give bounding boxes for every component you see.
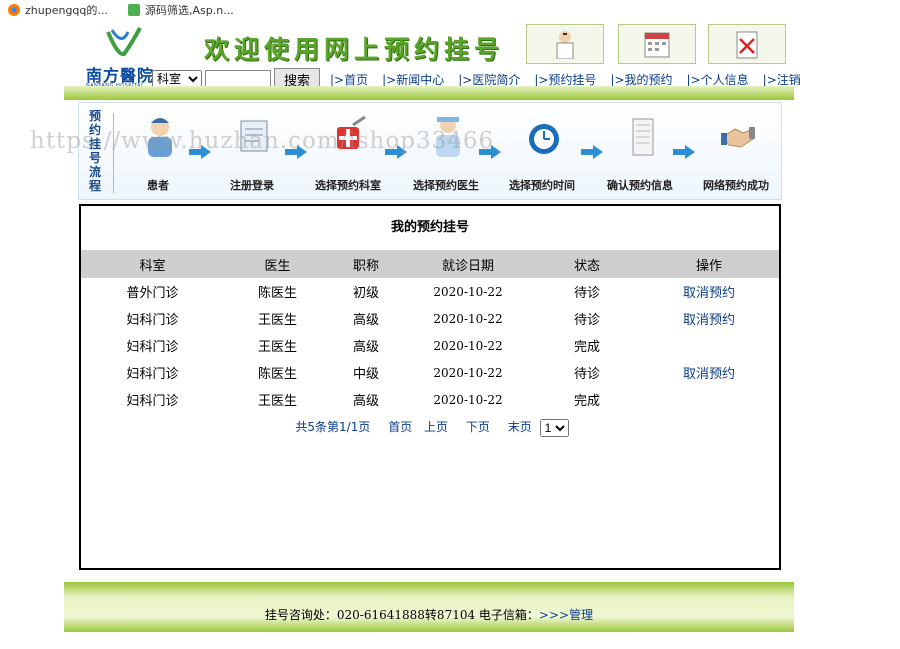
- welcome-banner: 欢迎使用网上预约挂号: [204, 35, 505, 64]
- watermark-text: https://www.huzhan.com/ishop33466: [30, 128, 495, 154]
- table-row: 妇科门诊 陈医生 中级 2020-10-22 待诊 取消预约: [81, 359, 779, 386]
- bookmark-1-label: zhupengqq的...: [25, 4, 108, 17]
- pager-total: 共5条: [295, 420, 328, 434]
- cell-date: 2020-10-22: [433, 338, 503, 353]
- table-row: 妇科门诊 王医生 高级 2020-10-22 完成: [81, 332, 779, 359]
- pager-last[interactable]: 末页: [508, 420, 532, 434]
- bookmark-2[interactable]: 源码筛选,Asp.n...: [128, 2, 234, 18]
- column-header-status: 状态: [573, 258, 600, 274]
- table-row: 妇科门诊 王医生 高级 2020-10-22 待诊 取消预约: [81, 305, 779, 332]
- clipboard-icon: [736, 31, 758, 59]
- column-header-doctor: 医生: [264, 258, 291, 274]
- flow-step-label: 选择预约科室: [315, 179, 381, 192]
- flow-step-time: 选择预约时间: [497, 113, 587, 193]
- browser-logo-icon: [8, 4, 20, 16]
- cell-date: 2020-10-22: [433, 284, 503, 299]
- flow-step-success: 网络预约成功: [691, 113, 781, 193]
- flow-step-label: 选择预约医生: [413, 179, 479, 192]
- cell-rank: 初级: [352, 286, 379, 301]
- pager-prev[interactable]: 上页: [424, 420, 448, 434]
- hospital-logo[interactable]: 南方醫院 NANFANG HOSPITAL: [86, 26, 156, 89]
- cell-date: 2020-10-22: [433, 392, 503, 407]
- page-select[interactable]: 1: [539, 418, 569, 437]
- header-divider: [64, 86, 794, 100]
- document-icon: [632, 118, 654, 156]
- table-row: 普外门诊 陈医生 初级 2020-10-22 待诊 取消预约: [81, 278, 779, 305]
- cell-rank: 高级: [352, 394, 379, 409]
- panel-title: 我的预约挂号: [390, 220, 469, 235]
- cell-doctor: 王医生: [257, 394, 297, 409]
- pagination: 共5条第1/1页 首页 上页 下页 末页 1: [81, 418, 779, 437]
- page-icon: [128, 4, 140, 16]
- table-row: 妇科门诊 王医生 高级 2020-10-22 完成: [81, 386, 779, 413]
- flow-step-label: 确认预约信息: [607, 179, 673, 192]
- cell-department: 普外门诊: [126, 286, 179, 301]
- pager-page-info: 第1/1页: [327, 420, 371, 434]
- column-header-rank: 职称: [352, 258, 379, 274]
- cell-date: 2020-10-22: [433, 365, 503, 380]
- column-header-date: 就诊日期: [441, 258, 494, 274]
- cell-department: 妇科门诊: [126, 394, 179, 409]
- pager-next[interactable]: 下页: [466, 420, 490, 434]
- cell-action: [639, 332, 779, 359]
- bookmark-2-label: 源码筛选,Asp.n...: [145, 4, 234, 17]
- cell-status: 待诊: [573, 313, 600, 328]
- cell-status: 待诊: [573, 286, 600, 301]
- flow-step-confirm: 确认预约信息: [595, 113, 685, 193]
- cell-date: 2020-10-22: [433, 311, 503, 326]
- flow-step-label: 患者: [147, 179, 169, 192]
- cell-department: 妇科门诊: [126, 313, 179, 328]
- cell-action: 取消预约: [639, 278, 779, 305]
- cell-rank: 高级: [352, 340, 379, 355]
- calendar-illustration: [618, 24, 696, 64]
- handshake-icon: [721, 127, 755, 148]
- cell-status: 完成: [573, 394, 600, 409]
- cell-action: 取消预约: [639, 359, 779, 386]
- bookmark-1[interactable]: zhupengqq的...: [8, 2, 108, 18]
- column-header-action: 操作: [695, 258, 722, 274]
- clock-icon: [529, 124, 559, 154]
- cell-action: 取消预约: [639, 305, 779, 332]
- flow-step-label: 选择预约时间: [509, 179, 575, 192]
- admin-link[interactable]: >>>管理: [539, 608, 593, 622]
- cancel-appointment-link[interactable]: 取消预约: [683, 367, 735, 382]
- flow-step-label: 注册登录: [230, 179, 274, 192]
- cell-action: [639, 386, 779, 413]
- site-footer: 挂号咨询处：020-61641888转87104 电子信箱：>>>管理: [64, 582, 794, 632]
- logo-mark-icon: [106, 27, 142, 56]
- cell-rank: 中级: [352, 367, 379, 382]
- table-header-row: 科室 医生 职称 就诊日期 状态 操作: [81, 250, 779, 278]
- doctor-icon: [556, 31, 574, 59]
- cell-department: 妇科门诊: [126, 367, 179, 382]
- my-appointments-panel: 我的预约挂号 科室 医生 职称 就诊日期 状态 操作 普外门诊 陈医生 初级 2…: [79, 204, 781, 570]
- cell-doctor: 王医生: [257, 313, 297, 328]
- doctor-illustration: [526, 24, 604, 64]
- cell-doctor: 陈医生: [257, 367, 297, 382]
- cell-status: 完成: [573, 340, 600, 355]
- column-header-department: 科室: [139, 258, 166, 274]
- pager-first[interactable]: 首页: [388, 420, 412, 434]
- footer-text: 挂号咨询处：020-61641888转87104 电子信箱：>>>管理: [64, 606, 794, 623]
- cell-doctor: 王医生: [257, 340, 297, 355]
- cell-doctor: 陈医生: [257, 286, 297, 301]
- cell-rank: 高级: [352, 313, 379, 328]
- appointments-table: 科室 医生 职称 就诊日期 状态 操作 普外门诊 陈医生 初级 2020-10-…: [81, 250, 779, 413]
- footer-contact: 挂号咨询处：020-61641888转87104 电子信箱：: [264, 608, 539, 622]
- bookmark-bar: zhupengqq的... 源码筛选,Asp.n...: [0, 0, 900, 20]
- cancel-appointment-link[interactable]: 取消预约: [683, 286, 735, 301]
- cancel-appointment-link[interactable]: 取消预约: [683, 313, 735, 328]
- calendar-icon: [644, 32, 670, 58]
- cell-status: 待诊: [573, 367, 600, 382]
- flow-step-label: 网络预约成功: [703, 179, 769, 192]
- cell-department: 妇科门诊: [126, 340, 179, 355]
- form-illustration: [708, 24, 786, 64]
